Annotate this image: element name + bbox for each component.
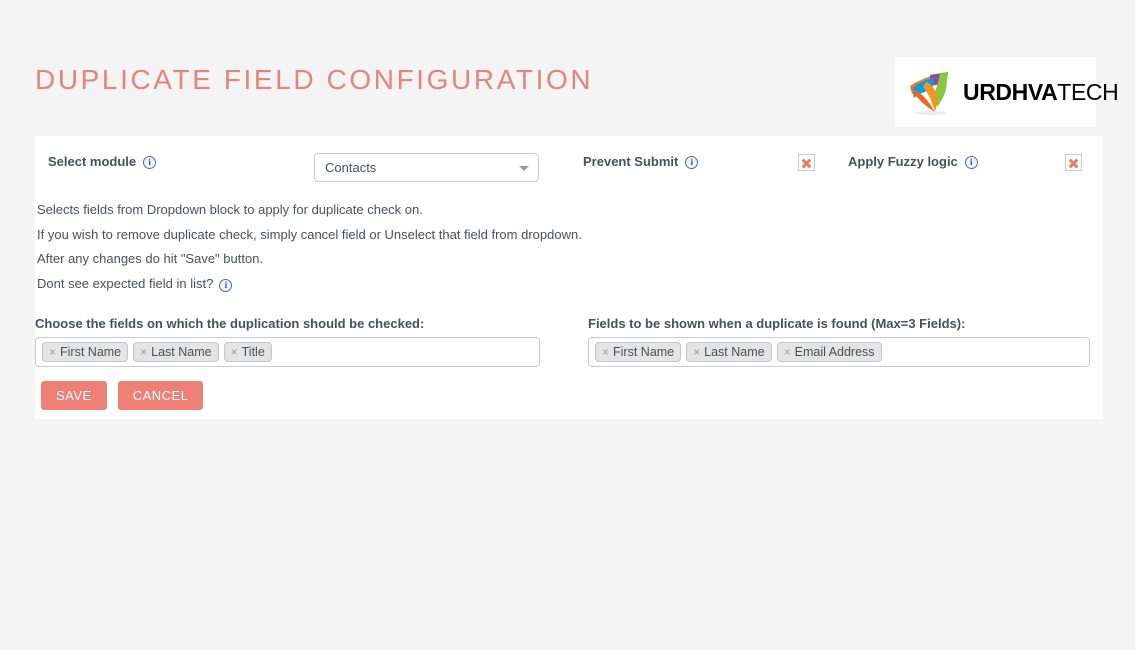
select-module-label: Select module xyxy=(48,154,137,169)
urdhva-fan-logo-icon xyxy=(906,68,954,116)
form-actions: SAVE CANCEL xyxy=(41,381,204,410)
field-token-label: Title xyxy=(241,345,265,359)
display-fields-input[interactable]: × First Name × Last Name × Email Address xyxy=(588,337,1090,367)
close-x-icon[interactable]: × xyxy=(140,346,147,358)
instruction-line: Selects fields from Dropdown block to ap… xyxy=(37,198,677,223)
prevent-submit-checkbox[interactable] xyxy=(798,154,815,171)
page-header: DUPLICATE FIELD CONFIGURATION URDHVATECH xyxy=(0,0,1135,136)
apply-fuzzy-logic-checkbox[interactable] xyxy=(1065,154,1082,171)
instructions-block: Selects fields from Dropdown block to ap… xyxy=(37,198,677,296)
instruction-text: If you wish to remove duplicate check, s… xyxy=(37,226,582,242)
display-fields-column: Fields to be shown when a duplicate is f… xyxy=(588,316,1090,367)
field-token-label: First Name xyxy=(613,345,675,359)
select-module-value: Contacts xyxy=(325,160,377,175)
instruction-text: Selects fields from Dropdown block to ap… xyxy=(37,202,423,217)
logo-name-bold: URDHVA xyxy=(963,78,1058,105)
apply-fuzzy-logic-label-group: Apply Fuzzy logic i xyxy=(848,154,978,169)
field-token[interactable]: × First Name xyxy=(595,342,682,362)
duplicate-check-fields-heading: Choose the fields on which the duplicati… xyxy=(35,316,425,331)
instruction-line: After any changes do hit "Save" button. xyxy=(37,247,677,272)
info-icon[interactable]: i xyxy=(219,278,233,292)
prevent-submit-label: Prevent Submit xyxy=(583,154,679,169)
info-icon[interactable]: i xyxy=(143,156,157,169)
settings-row: Select module i Contacts Prevent Submit … xyxy=(35,136,1103,194)
field-token[interactable]: × Last Name xyxy=(686,342,772,362)
field-token[interactable]: × Title xyxy=(223,342,272,362)
field-token-label: Email Address xyxy=(794,345,875,359)
save-button[interactable]: SAVE xyxy=(41,381,107,410)
field-token-label: First Name xyxy=(60,345,122,359)
close-x-icon[interactable]: × xyxy=(693,346,700,358)
page-title: DUPLICATE FIELD CONFIGURATION xyxy=(35,64,594,95)
instruction-text: After any changes do hit "Save" button. xyxy=(37,251,264,267)
configuration-card: Select module i Contacts Prevent Submit … xyxy=(35,136,1103,419)
duplicate-check-fields-input[interactable]: × First Name × Last Name × Title xyxy=(35,337,540,367)
cancel-button[interactable]: CANCEL xyxy=(117,381,204,410)
close-x-icon[interactable]: × xyxy=(231,346,238,358)
field-token[interactable]: × Last Name xyxy=(133,342,219,362)
instruction-line: Dont see expected field in list? i xyxy=(37,272,677,297)
select-module-dropdown[interactable]: Contacts xyxy=(314,153,539,182)
field-token[interactable]: × First Name xyxy=(42,342,129,362)
close-x-icon[interactable]: × xyxy=(784,346,791,358)
duplicate-check-fields-column: Choose the fields on which the duplicati… xyxy=(35,316,540,367)
close-x-icon[interactable]: × xyxy=(602,346,609,358)
brand-logo: URDHVATECH xyxy=(895,57,1119,127)
instruction-text: Dont see expected field in list? xyxy=(37,275,214,291)
select-module-label-group: Select module i xyxy=(48,154,157,169)
prevent-submit-label-group: Prevent Submit i xyxy=(583,154,699,169)
field-token-label: Last Name xyxy=(704,345,765,359)
field-token-label: Last Name xyxy=(151,345,212,359)
logo-name-regular: TECH xyxy=(1057,78,1119,105)
info-icon[interactable]: i xyxy=(964,156,978,169)
info-icon[interactable]: i xyxy=(685,156,699,169)
display-fields-heading: Fields to be shown when a duplicate is f… xyxy=(588,316,966,331)
field-token[interactable]: × Email Address xyxy=(776,342,882,362)
chevron-down-icon xyxy=(519,166,529,171)
logo-wordmark: URDHVATECH xyxy=(963,78,1119,105)
close-x-icon[interactable]: × xyxy=(49,346,56,358)
apply-fuzzy-logic-label: Apply Fuzzy logic xyxy=(848,154,958,169)
instruction-line: If you wish to remove duplicate check, s… xyxy=(37,223,677,248)
